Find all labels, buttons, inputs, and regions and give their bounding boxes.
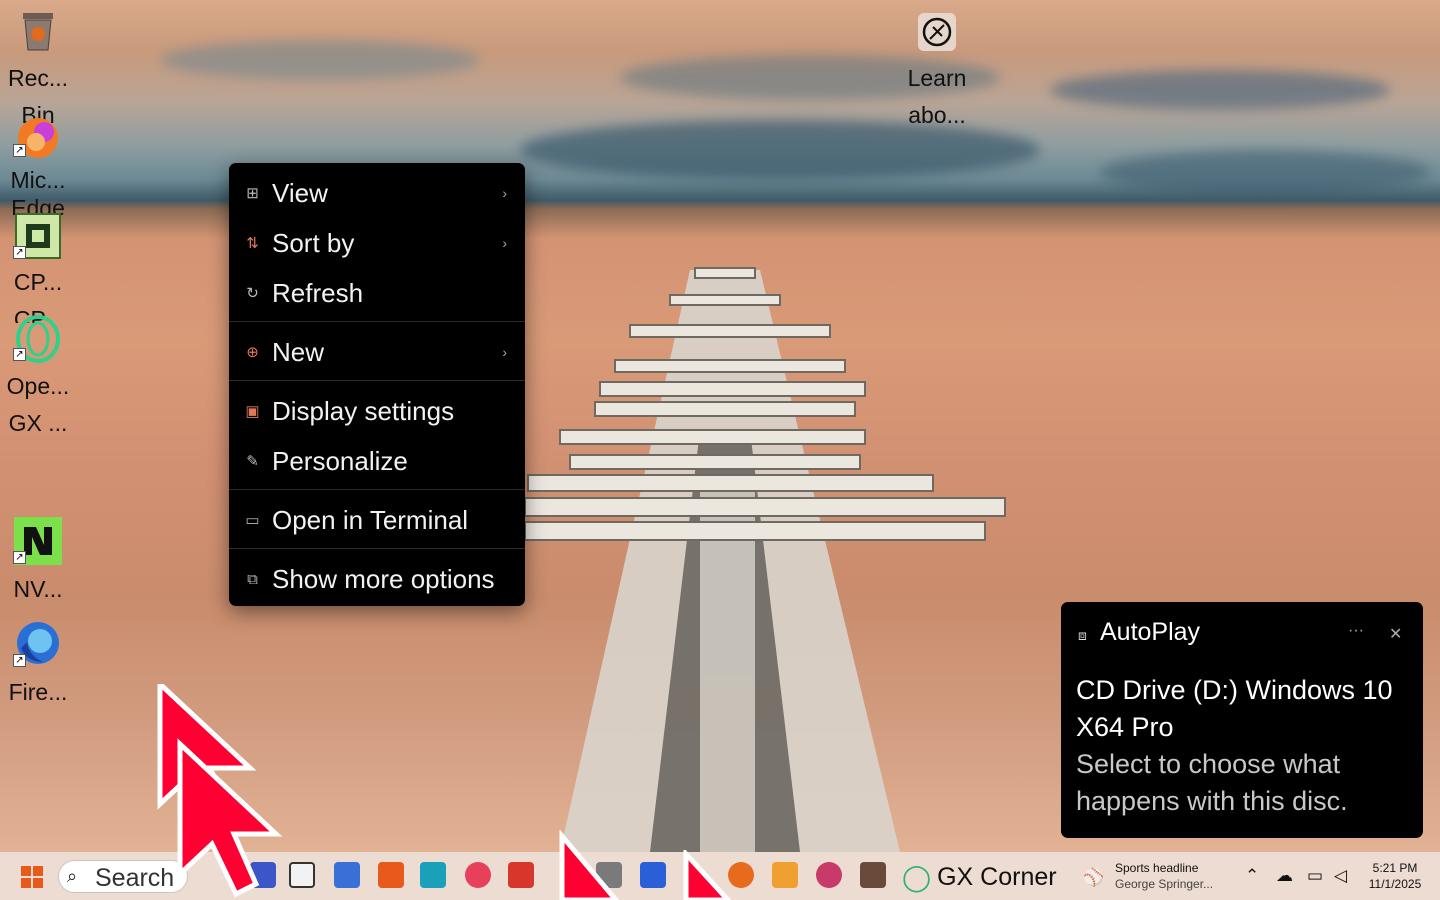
menu-item-personalize[interactable]: ✎ Personalize (229, 438, 525, 484)
cloud-off-icon[interactable]: ☁ (1276, 866, 1293, 886)
network-icon[interactable]: ▭ (1307, 866, 1323, 886)
menu-item-label: Refresh (272, 277, 364, 308)
news-icon: ⚾ (1083, 868, 1105, 887)
taskbar-app-1[interactable] (334, 862, 360, 888)
search-icon: ⌕ (67, 866, 78, 887)
autoplay-body: Select to choose what happens with this … (1076, 749, 1348, 816)
clock[interactable]: 5:21 PM 11/1/2025 (1360, 860, 1430, 892)
news-subtitle: George Springer... (1115, 877, 1214, 891)
taskbar-app-file-explorer[interactable] (640, 862, 666, 888)
gx-corner-label: GX Corner (937, 862, 1057, 891)
desktop-icon-firefox[interactable]: ↗ Fire... (0, 618, 76, 708)
news-widget[interactable]: ⚾ Sports headline George Springer... (1083, 860, 1233, 894)
taskbar-app-3[interactable] (420, 862, 446, 888)
news-title: Sports headline (1115, 861, 1199, 875)
cursor-arrow-icon (683, 850, 732, 900)
shortcut-arrow-icon: ↗ (13, 551, 26, 564)
taskbar-app-5[interactable] (508, 862, 534, 888)
menu-item-label: Display settings (272, 395, 455, 426)
plus-circle-icon: ⊕ (246, 344, 259, 361)
desktop-icon-label: CP... (13, 269, 63, 295)
taskbar-app-gx-corner[interactable]: ◯ GX Corner (902, 860, 1057, 894)
chevron-right-icon: › (502, 344, 507, 360)
taskbar-app-store[interactable] (772, 862, 798, 888)
cursor-arrow-icon (157, 684, 283, 898)
menu-item-open-in-terminal[interactable]: ▭ Open in Terminal (229, 497, 525, 543)
terminal-icon: ▭ (245, 512, 260, 529)
menu-separator (229, 489, 525, 490)
desktop-icon-recycle-bin[interactable]: Rec... Bin (0, 8, 76, 128)
desktop-icon-label: GX ... (8, 410, 68, 436)
cursor-arrow-icon (559, 830, 620, 900)
shortcut-arrow-icon: ↗ (13, 348, 26, 361)
menu-item-show-more-options[interactable]: ⧉ Show more options (229, 556, 525, 602)
autoplay-title: AutoPlay (1100, 618, 1201, 646)
taskbar-app-paint[interactable] (816, 862, 842, 888)
desktop-icon-label: Fire... (8, 679, 68, 705)
menu-item-sort-by[interactable]: ⇅ Sort by › (229, 220, 525, 266)
recycle-bin-icon (23, 13, 53, 51)
sort-icon: ⇅ (246, 235, 259, 252)
desktop-icon-label: abo... (908, 102, 966, 128)
menu-item-label: Show more options (272, 563, 495, 594)
desktop-icon-label: NV... (13, 576, 63, 602)
volume-icon[interactable]: ◁ (1334, 866, 1347, 886)
menu-item-view[interactable]: ⊞ View › (229, 170, 525, 216)
autoplay-notification[interactable]: ⧈ AutoPlay ··· ✕ CD Drive (D:) Windows 1… (1061, 602, 1423, 838)
clock-date: 11/1/2025 (1368, 877, 1422, 891)
menu-item-label: Personalize (272, 445, 408, 476)
clock-time: 5:21 PM (1372, 861, 1418, 875)
close-button[interactable]: ✕ (1389, 624, 1402, 644)
desktop-icon-label: Mic... (10, 167, 66, 193)
chevron-right-icon: › (502, 185, 507, 201)
brush-icon: ✎ (246, 453, 259, 470)
menu-item-display-settings[interactable]: ▣ Display settings (229, 388, 525, 434)
taskbar-app-calculator[interactable] (860, 862, 886, 888)
grid-icon: ⊞ (246, 185, 259, 202)
desktop-icon-label: Learn (907, 65, 967, 91)
menu-separator (229, 380, 525, 381)
start-button[interactable] (21, 866, 43, 888)
learn-about-icon (918, 13, 956, 51)
menu-item-label: View (272, 177, 328, 208)
display-icon: ▣ (245, 403, 260, 420)
autoplay-icon: ⧈ (1078, 627, 1087, 643)
desktop-icon-label: Ope... (6, 373, 70, 399)
desktop-icon-learn-about[interactable]: Learn abo... (899, 10, 975, 130)
more-options-button[interactable]: ··· (1348, 622, 1364, 640)
menu-separator (229, 321, 525, 322)
refresh-icon: ↻ (246, 285, 259, 302)
menu-separator (229, 548, 525, 549)
menu-item-label: Open in Terminal (272, 504, 469, 535)
desktop-context-menu: ⊞ View › ⇅ Sort by › ↻ Refresh ⊕ New › ▣… (229, 163, 525, 606)
autoplay-heading: CD Drive (D:) Windows 10 X64 Pro (1076, 675, 1393, 742)
desktop-icon-nvidia[interactable]: ↗ NV... (0, 517, 76, 607)
desktop-icon-label: Rec... (7, 65, 69, 91)
shortcut-arrow-icon: ↗ (13, 144, 26, 157)
shortcut-arrow-icon: ↗ (13, 654, 26, 667)
shortcut-arrow-icon: ↗ (13, 246, 26, 259)
taskbar-app-2[interactable] (378, 862, 404, 888)
more-options-icon: ⧉ (247, 570, 258, 588)
menu-item-refresh[interactable]: ↻ Refresh (229, 270, 525, 316)
menu-item-label: Sort by (272, 227, 355, 258)
chevron-up-icon[interactable]: ⌃ (1245, 866, 1259, 886)
desktop-icon-opera-gx[interactable]: ↗ Ope... GX ... (0, 314, 76, 444)
menu-item-new[interactable]: ⊕ New › (229, 329, 525, 375)
chevron-right-icon: › (502, 235, 507, 251)
menu-item-label: New (272, 336, 325, 367)
taskbar-app-4[interactable] (465, 862, 491, 888)
opera-gx-icon: ◯ (902, 861, 932, 892)
